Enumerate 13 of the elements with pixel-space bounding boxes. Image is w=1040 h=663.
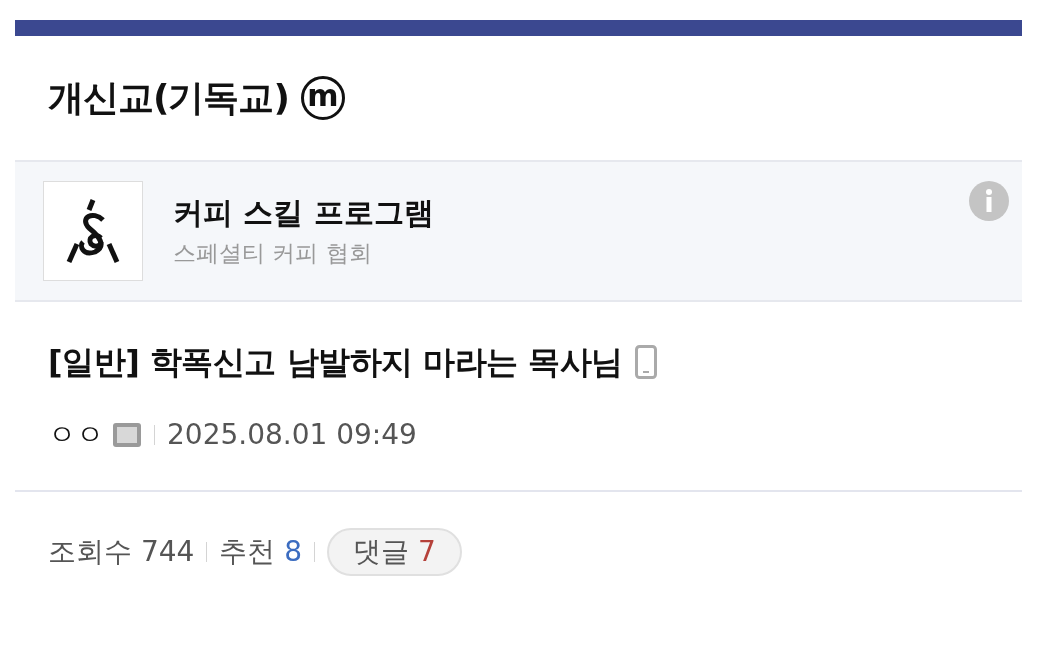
view-count: 조회수 744	[48, 534, 195, 570]
ad-subtitle: 스페셜티 커피 협회	[173, 239, 373, 269]
ad-title[interactable]: 커피 스킬 프로그램	[173, 193, 434, 232]
comment-count-button[interactable]: 댓글 7	[327, 528, 462, 576]
gallery-title[interactable]: 개신교(기독교)	[48, 71, 289, 125]
nickname-icon	[112, 422, 142, 448]
post-title: [일반] 학폭신고 남발하지 마라는 목사님	[48, 342, 623, 383]
info-icon[interactable]	[968, 180, 1010, 222]
ad-banner[interactable]: 커피 스킬 프로그램 스페셜티 커피 협회	[15, 160, 1022, 302]
post-date: 2025.08.01 09:49	[167, 417, 417, 453]
recommend-count: 추천 8	[219, 534, 303, 570]
minor-gallery-badge: m	[300, 76, 345, 120]
author-name[interactable]: ㅇㅇ	[48, 414, 104, 456]
